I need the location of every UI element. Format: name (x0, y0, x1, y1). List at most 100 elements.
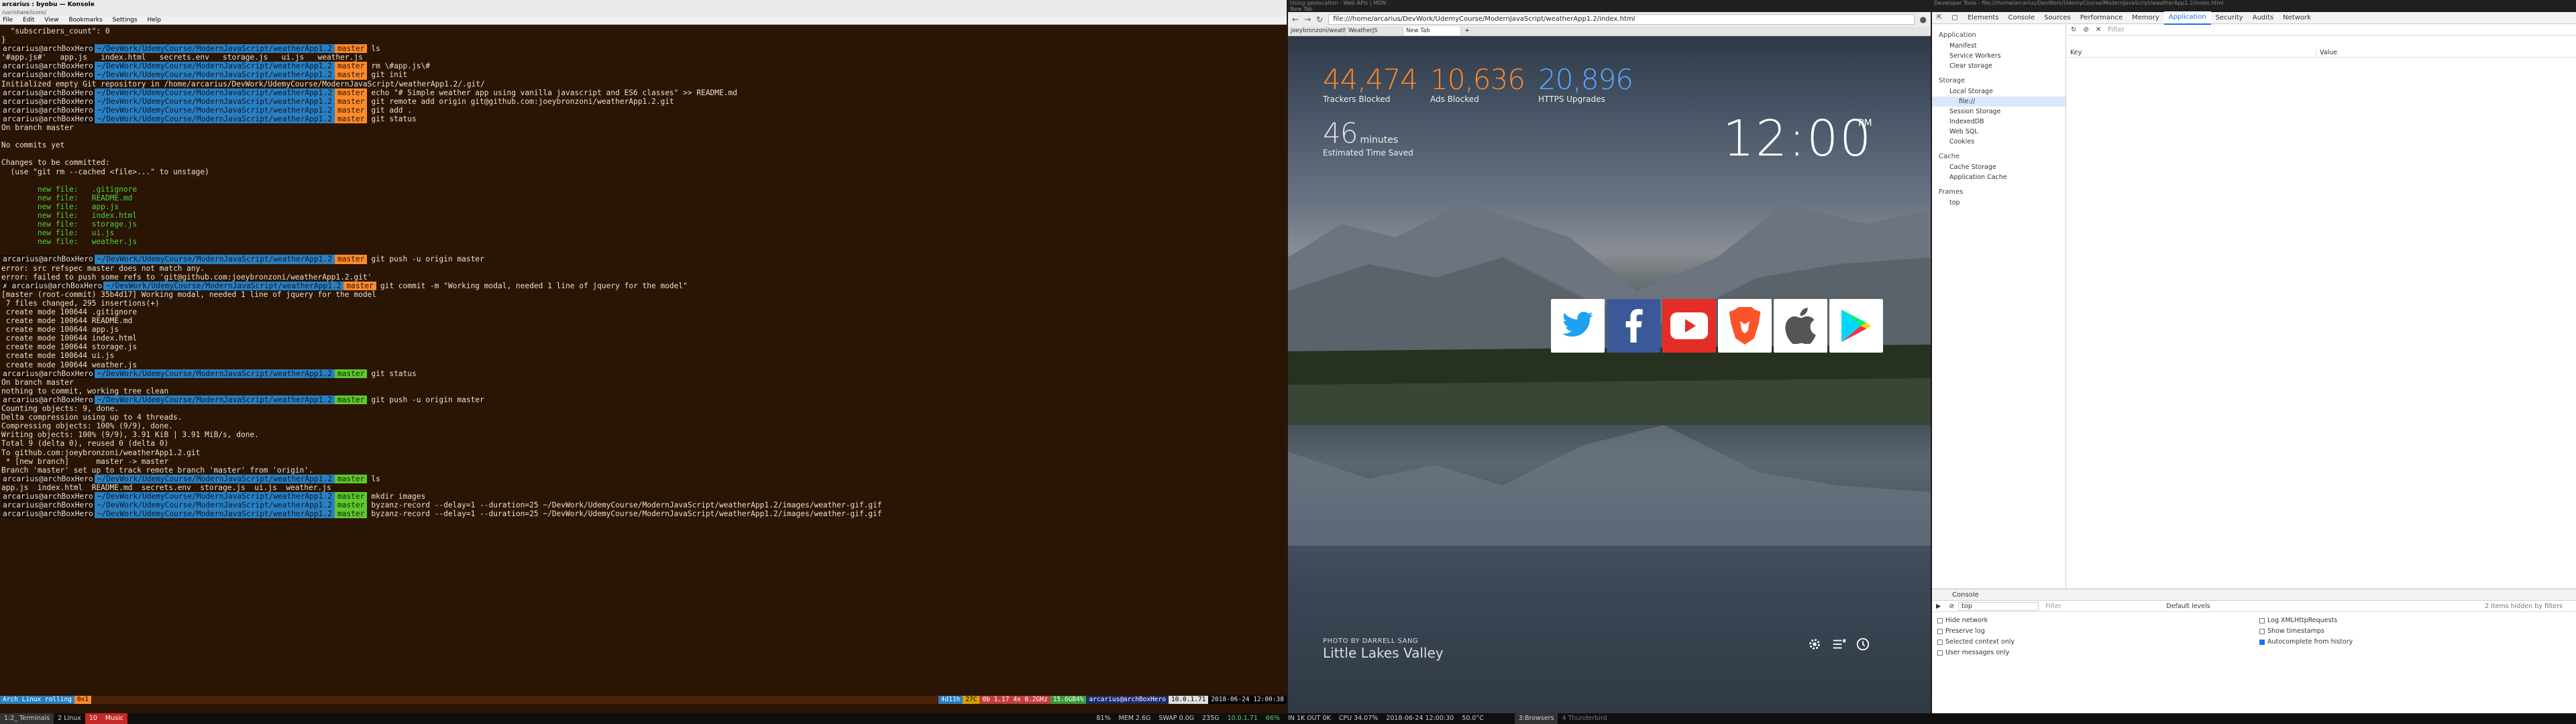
tab-application[interactable]: Application (2163, 11, 2211, 25)
tab-sources[interactable]: Sources (2039, 12, 2076, 24)
tab-weatherapp-repo[interactable]: joeybronzoni/weatherApp (1288, 27, 1346, 36)
sidebar-item-cache-storage[interactable]: Cache Storage (1932, 162, 2065, 172)
sidebar-item-websql[interactable]: Web SQL (1932, 127, 2065, 137)
window-subtitle: /usr/share/icons/ (0, 9, 1287, 16)
history-icon[interactable] (1856, 637, 1870, 652)
youtube-tile[interactable] (1662, 299, 1716, 353)
back-icon[interactable]: ← (1292, 15, 1299, 24)
devtools-inspect-icon[interactable]: ⇱ (1932, 12, 1947, 24)
sidebar-item-manifest[interactable]: Manifest (1932, 41, 2065, 51)
column-key[interactable]: Key (2067, 48, 2316, 57)
cpu-status: CPU 34.07% (1338, 715, 1379, 722)
column-value[interactable]: Value (2316, 48, 2337, 57)
sidebar-item-session-storage[interactable]: Session Storage (1932, 107, 2065, 117)
workspace-browsers[interactable]: 3:Browsers (1514, 713, 1558, 724)
brave-tile[interactable] (1718, 299, 1772, 353)
address-bar[interactable]: file:///home/arcarius/DevWork/UdemyCours… (1328, 14, 1915, 25)
console-levels-select[interactable]: Default levels (2166, 603, 2273, 610)
tab-console[interactable]: Console (2003, 12, 2039, 24)
output-text: new file: app.js (1, 202, 119, 211)
workspace-terminals[interactable]: 1:2_ Terminals (0, 713, 54, 724)
tab-network[interactable]: Network (2278, 12, 2316, 24)
sidebar-item-clear-storage[interactable]: Clear storage (1932, 61, 2065, 71)
bookmarks-icon[interactable] (1831, 637, 1846, 652)
sidebar-item-local-storage[interactable]: Local Storage (1932, 86, 2065, 97)
terminal-line: "subscribers_count": 0 (1, 27, 1285, 36)
facebook-tile[interactable] (1607, 299, 1660, 353)
settings-gear-icon[interactable] (1807, 637, 1822, 652)
output-text: new file: index.html (1, 210, 138, 220)
apple-tile[interactable] (1774, 299, 1827, 353)
sidebar-item-cookies[interactable]: Cookies (1932, 137, 2065, 147)
sidebar-item-indexeddb[interactable]: IndexedDB (1932, 117, 2065, 127)
brave-shield-icon[interactable]: ● (1920, 15, 1927, 24)
prompt-user: arcarius@archBoxHero (1, 88, 95, 97)
sidebar-item-local-storage-file[interactable]: file:// (1932, 97, 2065, 107)
menu-bookmarks[interactable]: Bookmarks (68, 17, 102, 23)
output-text: [master (root-commit) 35b4d17] Working m… (1, 290, 377, 299)
sidebar-item-frame-top[interactable]: top (1932, 198, 2065, 208)
forward-icon[interactable]: → (1304, 15, 1311, 24)
opt-show-timestamps[interactable]: Show timestamps (2259, 627, 2353, 636)
prompt-command: git push -u origin master (371, 255, 484, 264)
new-tab-button[interactable]: + (1461, 27, 1473, 36)
terminal-line: Compressing objects: 100% (9/9), done. (1, 422, 1285, 430)
terminal-line: Changes to be committed: (1, 158, 1285, 167)
opt-preserve-log[interactable]: Preserve log (1937, 627, 2259, 636)
workspace-10[interactable]: 10 (85, 713, 101, 724)
tab-security[interactable]: Security (2211, 12, 2248, 24)
tab-new-tab[interactable]: New Tab (1403, 27, 1461, 36)
delete-icon[interactable]: ✕ (2096, 26, 2101, 34)
tab-performance[interactable]: Performance (2076, 12, 2127, 24)
console-drawer-tab[interactable]: Console (1932, 589, 2576, 601)
sidebar-item-application-cache[interactable]: Application Cache (1932, 172, 2065, 182)
tab-weatherjs[interactable]: WeatherJS (1346, 27, 1403, 36)
tab-elements[interactable]: Elements (1963, 12, 2004, 24)
opt-selected-context[interactable]: Selected context only (1937, 638, 2259, 646)
menu-file[interactable]: File (3, 17, 13, 23)
twitter-tile[interactable] (1551, 299, 1605, 353)
prompt-path: ~/DevWork/UdemyCourse/ModernJavaScript/w… (94, 501, 335, 510)
prompt-user: arcarius@archBoxHero (1, 369, 95, 378)
sidebar-item-service-workers[interactable]: Service Workers (1932, 51, 2065, 61)
workspace-linux[interactable]: 2 Linux (54, 713, 85, 724)
top-sites (1551, 299, 1883, 353)
menu-view[interactable]: View (44, 17, 58, 23)
console-sidebar-icon[interactable]: ▶ (1932, 603, 1945, 610)
console-context-select[interactable]: top (1958, 601, 2039, 611)
opt-user-messages[interactable]: User messages only (1937, 648, 2259, 657)
section-frames: Frames (1939, 188, 1964, 196)
console-clear-icon[interactable]: ⊘ (1945, 603, 1958, 610)
console-filter-input[interactable]: Filter (2045, 603, 2166, 610)
clear-icon[interactable]: ⊘ (2083, 26, 2088, 34)
output-text: create mode 100644 .gitignore (1, 308, 138, 316)
tab-audits[interactable]: Audits (2248, 12, 2278, 24)
prompt-command: git remote add origin git@github.com:joe… (371, 97, 674, 106)
storage-filter[interactable]: Filter (2108, 26, 2125, 34)
terminal-output[interactable]: "subscribers_count": 0} arcarius@archBoxH… (0, 25, 1287, 696)
output-text: On branch master (1, 377, 74, 387)
checkbox-icon[interactable] (2259, 628, 2265, 634)
opt-hide-network[interactable]: Hide network (1937, 616, 2259, 625)
menu-edit[interactable]: Edit (23, 17, 34, 23)
google-play-tile[interactable] (1829, 299, 1883, 353)
refresh-icon[interactable]: ↻ (2071, 26, 2076, 34)
terminal-line: arcarius@archBoxHero ~/DevWork/UdemyCours… (1, 474, 1285, 483)
prompt-path: ~/DevWork/UdemyCourse/ModernJavaScript/w… (94, 474, 335, 483)
workspace-music[interactable]: Music (101, 713, 127, 724)
checkbox-icon[interactable] (1937, 639, 1943, 645)
checkbox-icon[interactable] (1937, 650, 1943, 656)
menu-settings[interactable]: Settings (113, 17, 138, 23)
opt-log-xhr[interactable]: Log XMLHttpRequests (2259, 616, 2353, 625)
checkbox-icon[interactable] (1937, 628, 1943, 634)
workspace-thunderbird[interactable]: 4 Thunderbird (1558, 713, 1611, 724)
devtools-device-icon[interactable]: ▢ (1947, 12, 1962, 24)
terminal-line: nothing to commit, working tree clean (1, 387, 1285, 396)
checkbox-checked-icon[interactable] (2259, 639, 2265, 645)
checkbox-icon[interactable] (2259, 617, 2265, 623)
reload-icon[interactable]: ↻ (1316, 15, 1323, 24)
opt-autocomplete[interactable]: Autocomplete from history (2259, 638, 2353, 646)
tab-memory[interactable]: Memory (2127, 12, 2164, 24)
menu-help[interactable]: Help (147, 17, 161, 23)
checkbox-icon[interactable] (1937, 617, 1943, 623)
